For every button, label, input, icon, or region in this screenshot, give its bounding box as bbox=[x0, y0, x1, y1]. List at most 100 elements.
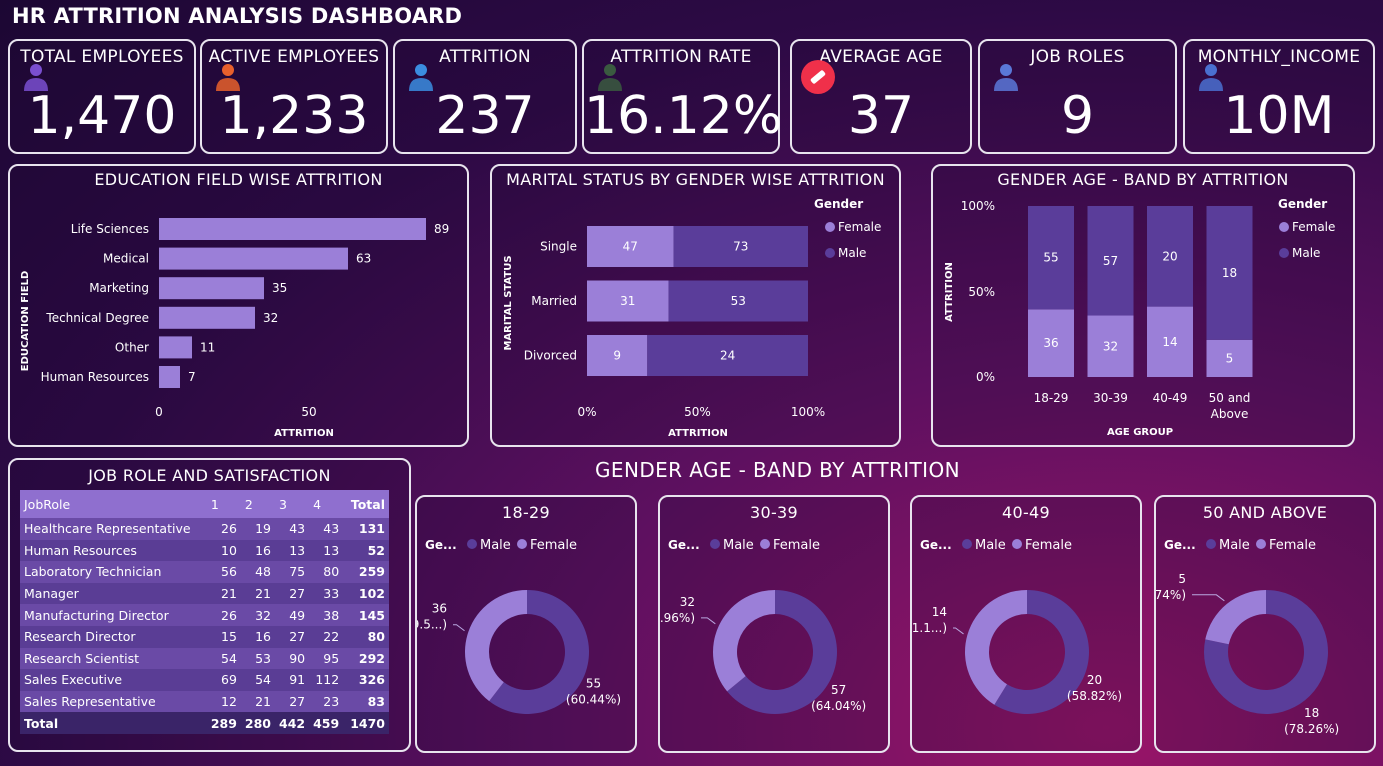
column-value-label: 14 bbox=[1162, 335, 1177, 349]
legend-marker-male bbox=[467, 539, 477, 549]
table-cell: 27 bbox=[275, 582, 310, 605]
bar-category-label: Single bbox=[540, 240, 577, 254]
kpi-card-attrition-rate: ATTRITION RATE 16.12% bbox=[582, 39, 782, 154]
legend-label: Female bbox=[1025, 538, 1072, 553]
legend-label: Male bbox=[723, 538, 754, 553]
y-tick-label: 0% bbox=[976, 370, 995, 384]
slice-label: 20 bbox=[1087, 673, 1102, 687]
table-cell: 326 bbox=[343, 669, 389, 691]
y-tick-label: 100% bbox=[961, 199, 995, 213]
donut-slice-female[interactable] bbox=[965, 590, 1027, 705]
table-cell: 38 bbox=[309, 604, 344, 626]
bar-value-label: 63 bbox=[356, 252, 371, 266]
legend-marker-male bbox=[710, 539, 720, 549]
donut-panel-3: 50 AND ABOVEGe...MaleFemale5(21.74%)18(7… bbox=[1154, 495, 1376, 753]
kpi-card-total-employees: TOTAL EMPLOYEES 1,470 bbox=[8, 39, 196, 154]
table-header-cell[interactable]: 3 bbox=[275, 490, 310, 518]
table-cell: 13 bbox=[275, 539, 310, 562]
x-tick-label: 50 bbox=[301, 405, 316, 419]
donut-chart: Ge... Male Female 36 (39.5...) 55 (60.44%) bbox=[417, 538, 621, 714]
bar-technical-degree[interactable] bbox=[159, 306, 255, 329]
legend-title: Gender bbox=[1278, 197, 1327, 211]
column-value-label: 20 bbox=[1162, 249, 1177, 263]
y-tick-label: 50% bbox=[968, 285, 995, 299]
slice-label: (78.26%) bbox=[1284, 722, 1339, 736]
donut-slice-female[interactable] bbox=[1205, 590, 1266, 645]
table-cell: Manager bbox=[20, 582, 207, 605]
table-cell: 43 bbox=[309, 518, 344, 540]
table-cell: 10 bbox=[206, 539, 241, 562]
table-header-cell[interactable]: Total bbox=[343, 490, 389, 518]
bar-value-label: 32 bbox=[263, 311, 278, 325]
table-total-cell: 289 bbox=[206, 712, 241, 734]
bar-value-label: 73 bbox=[733, 240, 748, 254]
x-tick-label: 50 and Above bbox=[1209, 391, 1251, 421]
bar-human-resources[interactable] bbox=[159, 366, 180, 388]
x-tick-label: 0% bbox=[577, 405, 596, 419]
table-cell: 53 bbox=[240, 647, 275, 670]
bar-value-label: 89 bbox=[434, 222, 449, 236]
table-cell: 49 bbox=[275, 604, 310, 626]
legend-marker-female bbox=[1256, 539, 1266, 549]
x-tick-label: 30-39 bbox=[1093, 391, 1128, 405]
slice-label: 18 bbox=[1304, 706, 1319, 720]
legend-label: Male bbox=[480, 538, 511, 553]
donut-chart: Ge... Male Female 32 (35.96%) 57 (64.04%) bbox=[660, 538, 866, 714]
table-cell: Sales Representative bbox=[20, 690, 207, 713]
table-header-cell[interactable]: 2 bbox=[240, 490, 275, 518]
slice-label: 32 bbox=[680, 595, 695, 609]
job-role-table: JobRole 1 2 3 4 Total Healthcare Representativ… bbox=[20, 490, 389, 734]
legend-label: Male bbox=[838, 246, 866, 260]
table-cell: 91 bbox=[275, 669, 310, 691]
kpi-card-average-age: AVERAGE AGE 37 bbox=[790, 39, 972, 154]
legend-label: Female bbox=[1269, 538, 1316, 553]
donut-panel-2: 40-49Ge...MaleFemale14(41.1...)20(58.82%… bbox=[910, 495, 1142, 753]
y-axis-label: MARITAL STATUS bbox=[503, 255, 514, 350]
table-header-cell[interactable]: 1 bbox=[206, 490, 241, 518]
bar-category-label: Marketing bbox=[89, 281, 149, 295]
legend-marker-female bbox=[760, 539, 770, 549]
table-header-cell[interactable]: JobRole bbox=[20, 490, 207, 518]
table-row: Sales Representative 12 21 27 23 83 bbox=[20, 690, 389, 713]
bar-value-label: 24 bbox=[720, 349, 735, 363]
marital-chart: Single 47 73 Married 31 53 Divorced 9 24 0% 50% 100… bbox=[503, 197, 881, 439]
bar-category-label: Medical bbox=[103, 252, 149, 266]
donut-slice-female[interactable] bbox=[713, 590, 775, 692]
legend-label: Female bbox=[1292, 220, 1335, 234]
table-cell: 32 bbox=[240, 604, 275, 626]
slice-label: 57 bbox=[831, 683, 846, 697]
slice-label: (39.5...) bbox=[417, 618, 447, 632]
table-cell: 48 bbox=[240, 561, 275, 583]
legend-title: Ge... bbox=[920, 538, 952, 552]
x-tick-label: 50% bbox=[684, 405, 711, 419]
bar-other[interactable] bbox=[159, 336, 192, 359]
table-cell: Research Scientist bbox=[20, 647, 207, 670]
kpi-value: 37 bbox=[847, 86, 915, 146]
donut-section-title: GENDER AGE - BAND BY ATTRITION bbox=[595, 458, 960, 482]
bar-life-sciences[interactable] bbox=[159, 218, 426, 240]
bar-medical[interactable] bbox=[159, 247, 348, 270]
donut-slice-female[interactable] bbox=[465, 590, 527, 702]
bar-category-label: Divorced bbox=[524, 349, 577, 363]
bar-value-label: 9 bbox=[613, 349, 621, 363]
legend-title: Ge... bbox=[668, 538, 700, 552]
donut-panel-0: 18-29Ge...MaleFemale36(39.5...)55(60.44%… bbox=[415, 495, 637, 753]
table-cell: 54 bbox=[206, 647, 241, 670]
slice-label: 5 bbox=[1178, 572, 1186, 586]
table-total-cell: 459 bbox=[309, 712, 344, 734]
table-cell: 54 bbox=[240, 669, 275, 691]
job-role-table-title: JOB ROLE AND SATISFACTION bbox=[88, 466, 331, 485]
legend-title: Ge... bbox=[1164, 538, 1196, 552]
y-axis-label: ATTRITION bbox=[944, 262, 955, 322]
table-header-cell[interactable]: 4 bbox=[309, 490, 344, 518]
legend-marker-female bbox=[517, 539, 527, 549]
legend-marker bbox=[825, 248, 835, 258]
bar-marketing[interactable] bbox=[159, 277, 264, 300]
table-cell: 56 bbox=[206, 561, 241, 583]
legend-label: Male bbox=[975, 538, 1006, 553]
table-cell: 102 bbox=[343, 582, 389, 605]
slice-label: 36 bbox=[432, 602, 447, 616]
table-cell: 21 bbox=[206, 582, 241, 605]
table-cell: 83 bbox=[343, 690, 389, 713]
table-row: Manufacturing Director 26 32 49 38 145 bbox=[20, 604, 389, 626]
